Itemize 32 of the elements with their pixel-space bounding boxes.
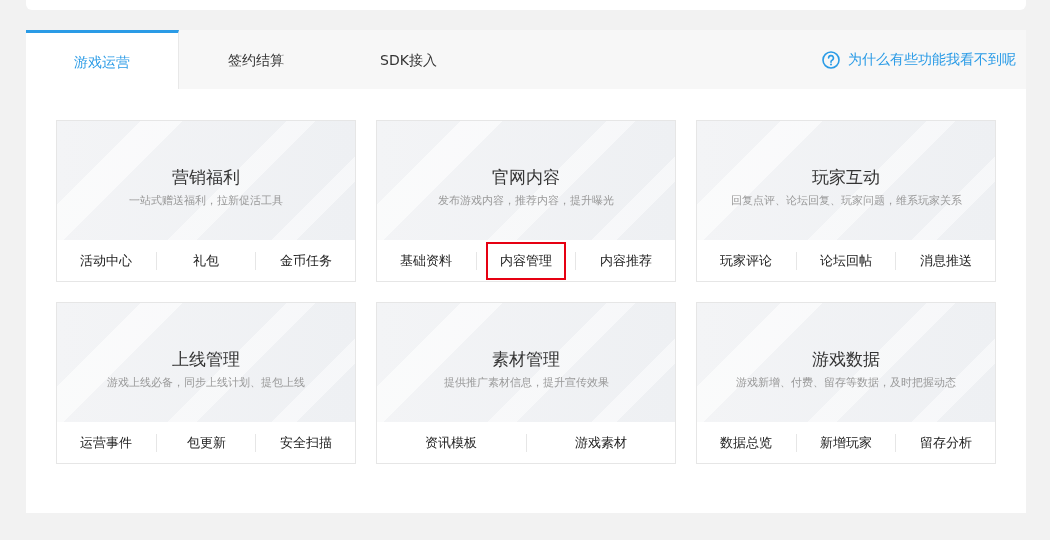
card-subtitle: 游戏新增、付费、留存等数据，及时把握动态 <box>736 374 956 390</box>
card-subtitle: 游戏上线必备，同步上线计划、提包上线 <box>107 374 305 390</box>
card-title: 玩家互动 <box>812 165 880 189</box>
card-link[interactable]: 新增玩家 <box>806 423 886 462</box>
card-subtitle: 提供推广素材信息，提升宣传效果 <box>443 374 609 390</box>
card-title: 游戏数据 <box>812 347 880 371</box>
card-title: 素材管理 <box>492 347 560 371</box>
card-subtitle: 发布游戏内容，推荐内容，提升曝光 <box>438 192 614 208</box>
card-link[interactable]: 玩家评论 <box>706 241 787 280</box>
card-link[interactable]: 数据总览 <box>706 423 787 462</box>
tab[interactable]: SDK接入 <box>332 30 485 89</box>
card-link[interactable]: 消息推送 <box>905 241 986 280</box>
card-link[interactable]: 安全扫描 <box>265 423 346 462</box>
help-icon <box>822 50 840 69</box>
card-title: 营销福利 <box>172 165 240 189</box>
card-link[interactable]: 运营事件 <box>66 423 147 462</box>
card-link[interactable]: 资讯模板 <box>411 423 492 462</box>
card-link[interactable]: 游戏素材 <box>560 423 641 462</box>
card-link[interactable]: 论坛回帖 <box>806 241 886 280</box>
card-link[interactable]: 内容推荐 <box>585 241 666 280</box>
card-link[interactable]: 包更新 <box>172 423 240 462</box>
card-subtitle: 回复点评、论坛回复、玩家问题，维系玩家关系 <box>730 192 962 208</box>
tab[interactable]: 签约结算 <box>179 30 332 89</box>
card-link[interactable]: 活动中心 <box>66 241 147 280</box>
card-subtitle: 一站式赠送福利，拉新促活工具 <box>129 192 283 208</box>
card-link[interactable]: 留存分析 <box>905 423 986 462</box>
card-link[interactable]: 基础资料 <box>386 241 467 280</box>
card-title: 官网内容 <box>492 165 560 189</box>
card-link[interactable]: 礼包 <box>179 241 233 280</box>
card-link[interactable]: 金币任务 <box>265 241 346 280</box>
card-title: 上线管理 <box>172 347 240 371</box>
card-link[interactable]: 内容管理 <box>486 241 566 280</box>
